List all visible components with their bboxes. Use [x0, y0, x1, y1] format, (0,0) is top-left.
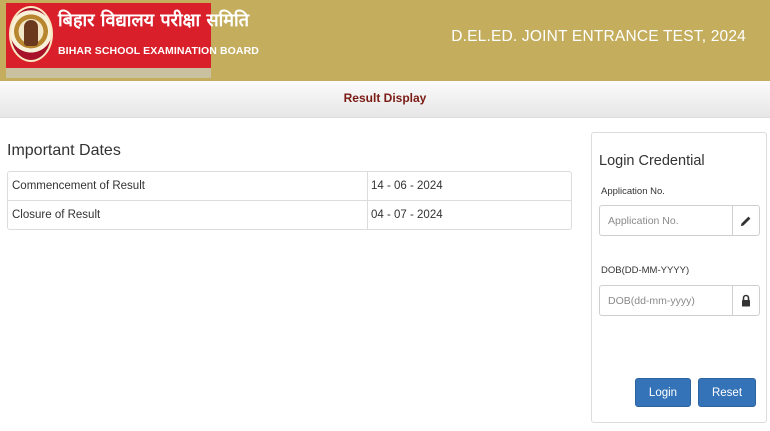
pencil-icon [732, 206, 759, 235]
dob-input[interactable] [600, 286, 732, 315]
logo-hindi-text: बिहार विद्यालय परीक्षा समिति [58, 10, 249, 31]
site-header: बिहार विद्यालय परीक्षा समिति BIHAR SCHOO… [0, 0, 770, 81]
exam-title: D.EL.ED. JOINT ENTRANCE TEST, 2024 [451, 28, 746, 45]
date-label: Commencement of Result [12, 180, 145, 192]
logo-english-text: BIHAR SCHOOL EXAMINATION BOARD [58, 45, 259, 57]
important-dates-heading: Important Dates [7, 142, 121, 159]
dob-label: DOB(DD-MM-YYYY) [601, 265, 690, 276]
board-logo[interactable]: बिहार विद्यालय परीक्षा समिति BIHAR SCHOO… [6, 3, 259, 78]
login-button[interactable]: Login [635, 378, 691, 407]
application-no-label: Application No. [601, 186, 665, 197]
application-no-input[interactable] [600, 206, 732, 235]
date-value: 14 - 06 - 2024 [371, 180, 443, 192]
lock-icon [732, 286, 759, 315]
login-title: Login Credential [599, 153, 705, 169]
table-row: Commencement of Result 14 - 06 - 2024 [8, 172, 571, 201]
nav-bar: Result Display [0, 81, 770, 118]
table-row: Closure of Result 04 - 07 - 2024 [8, 201, 571, 230]
important-dates-table: Commencement of Result 14 - 06 - 2024 Cl… [7, 171, 572, 230]
date-value: 04 - 07 - 2024 [371, 209, 443, 221]
application-no-group [599, 205, 760, 236]
login-panel: Login Credential Application No. DOB(DD-… [591, 132, 767, 423]
emblem-icon [9, 6, 53, 62]
nav-title-result-display[interactable]: Result Display [0, 91, 770, 105]
dob-group [599, 285, 760, 316]
reset-button[interactable]: Reset [698, 378, 756, 407]
date-label: Closure of Result [12, 209, 101, 221]
